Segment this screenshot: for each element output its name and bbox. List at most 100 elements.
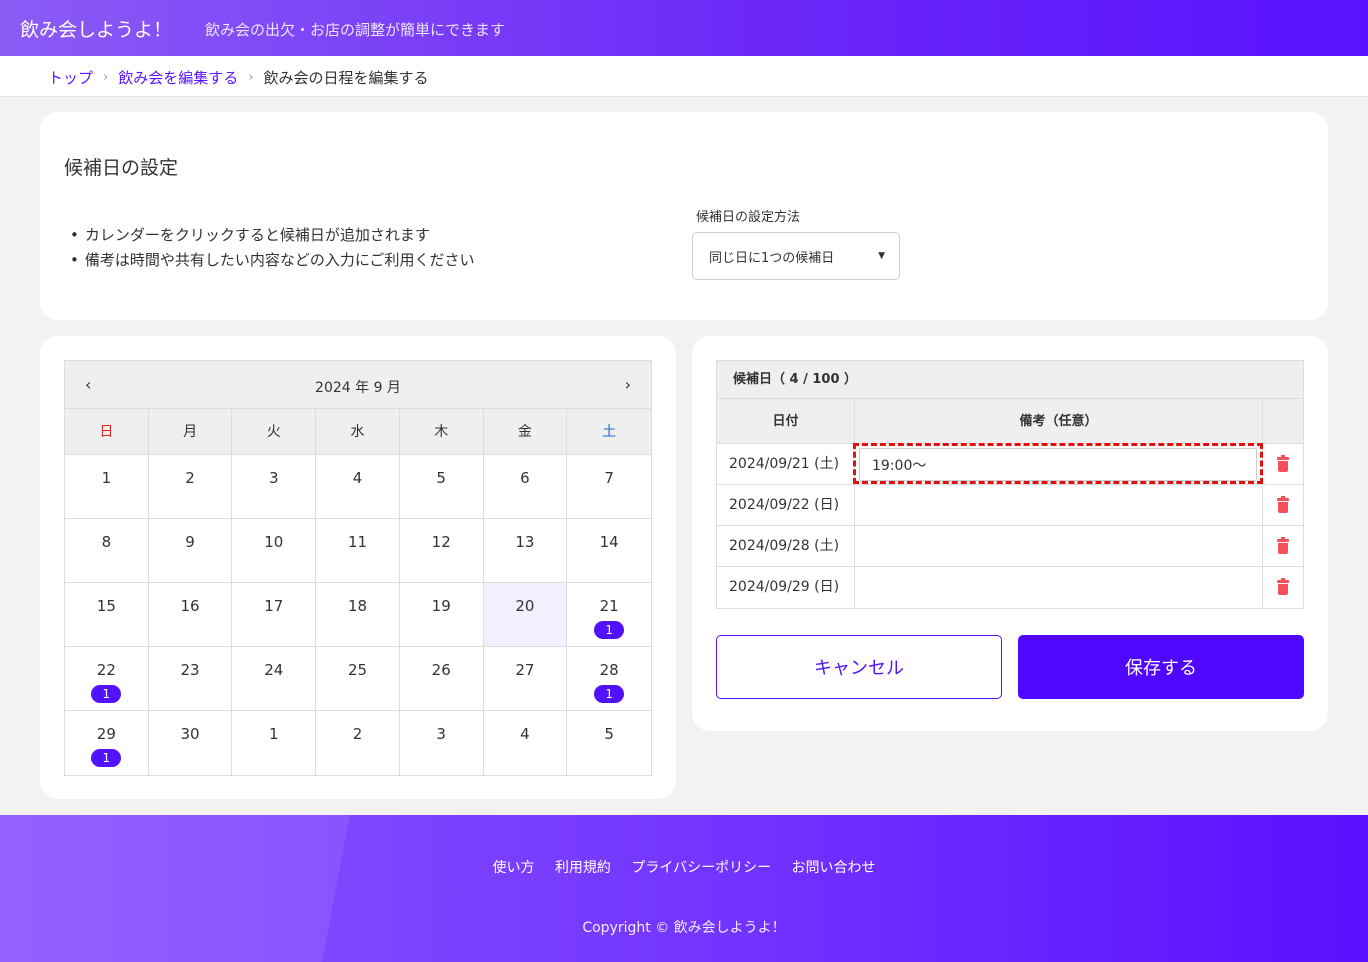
- candidate-date: 2024/09/21 (土): [717, 444, 855, 484]
- app-header: 飲み会しようよ！ 飲み会の出欠・お店の調整が簡単にできます: [0, 0, 1368, 56]
- weekday-thu: 木: [400, 409, 484, 455]
- method-select[interactable]: 同じ日に1つの候補日 ▼: [692, 232, 900, 280]
- calendar-day[interactable]: 16: [148, 583, 233, 647]
- breadcrumb-home-link[interactable]: トップ: [48, 67, 93, 88]
- calendar-day-number: 18: [347, 597, 368, 615]
- calendar-day[interactable]: 11: [316, 519, 400, 583]
- candidate-date: 2024/09/28 (土): [717, 526, 855, 566]
- candidate-date: 2024/09/22 (日): [717, 485, 855, 525]
- calendar-day[interactable]: 23: [148, 647, 233, 711]
- save-button[interactable]: 保存する: [1018, 635, 1304, 699]
- candidate-note-input[interactable]: [859, 448, 1257, 481]
- calendar-day[interactable]: 19: [399, 583, 484, 647]
- calendar-day-number: 3: [436, 725, 446, 743]
- candidate-count-badge: 1: [594, 685, 625, 703]
- calendar-day[interactable]: 18: [316, 583, 400, 647]
- candidate-count-badge: 1: [594, 621, 625, 639]
- col-action-header: [1263, 399, 1303, 443]
- breadcrumb-edit-party-link[interactable]: 飲み会を編集する: [118, 67, 238, 88]
- settings-card: 候補日の設定 カレンダーをクリックすると候補日が追加されます 備考は時間や共有し…: [40, 112, 1328, 320]
- calendar-day[interactable]: 15: [65, 583, 149, 647]
- app-title[interactable]: 飲み会しようよ！: [20, 15, 172, 42]
- calendar-weekdays: 日 月 火 水 木 金 土: [65, 409, 651, 455]
- calendar-day-number: 26: [431, 661, 451, 679]
- calendar-day[interactable]: 4: [484, 711, 568, 775]
- candidate-action-cell: [1263, 444, 1303, 484]
- calendar-day-number: 25: [347, 661, 368, 679]
- calendar-day[interactable]: 29 1: [65, 711, 149, 775]
- method-select-value: 同じ日に1つの候補日: [709, 250, 835, 266]
- calendar-day[interactable]: 17: [232, 583, 317, 647]
- table-row: 2024/09/21 (土): [717, 443, 1303, 485]
- col-note-header: 備考（任意）: [855, 399, 1263, 443]
- trash-icon[interactable]: [1277, 454, 1289, 472]
- calendar-day-number: 13: [515, 533, 535, 551]
- calendar-day-number: 12: [431, 533, 451, 551]
- calendar-day[interactable]: 10: [232, 519, 317, 583]
- method-label: 候補日の設定方法: [696, 210, 801, 225]
- calendar-day-number: 30: [180, 725, 200, 743]
- cancel-button[interactable]: キャンセル: [716, 635, 1002, 699]
- footer-link-howto[interactable]: 使い方: [492, 860, 534, 876]
- calendar-day[interactable]: 8: [65, 519, 149, 583]
- trash-icon[interactable]: [1277, 536, 1289, 554]
- footer-link-privacy[interactable]: プライバシーポリシー: [631, 860, 771, 876]
- calendar-day[interactable]: 6: [483, 455, 568, 519]
- calendar-day-number: 28: [599, 661, 619, 679]
- app-tagline: 飲み会の出欠・お店の調整が簡単にできます: [205, 21, 506, 39]
- trash-icon[interactable]: [1277, 578, 1289, 595]
- calendar-day[interactable]: 7: [567, 455, 651, 519]
- candidate-action-cell: [1263, 567, 1303, 608]
- footer-link-terms[interactable]: 利用規約: [555, 860, 611, 876]
- calendar-day[interactable]: 5: [399, 455, 484, 519]
- calendar-day[interactable]: 26: [399, 647, 484, 711]
- calendar-day[interactable]: 20: [483, 583, 568, 647]
- calendar-day-number: 11: [347, 533, 368, 551]
- calendar-day-number: 14: [599, 533, 619, 551]
- calendar-day[interactable]: 3: [400, 711, 484, 775]
- calendar-day-number: 21: [599, 597, 619, 615]
- calendar-day[interactable]: 2: [148, 455, 233, 519]
- next-month-icon[interactable]: ›: [625, 375, 631, 394]
- calendar-day-number: 29: [96, 725, 116, 743]
- calendar-day[interactable]: 14: [567, 519, 651, 583]
- table-row: 2024/09/29 (日): [717, 567, 1303, 608]
- candidates-title: 候補日（ 4 / 100 ）: [717, 361, 1303, 399]
- copyright: Copyright © 飲み会しようよ！: [582, 920, 786, 936]
- candidate-note-cell[interactable]: [855, 567, 1263, 608]
- candidate-note-cell: [853, 443, 1263, 484]
- candidate-count-badge: 1: [91, 749, 122, 767]
- calendar-day-number: 16: [180, 597, 200, 615]
- calendar-day[interactable]: 9: [148, 519, 233, 583]
- calendar-day[interactable]: 21 1: [567, 583, 651, 647]
- breadcrumb-current: 飲み会の日程を編集する: [263, 69, 429, 87]
- calendar-day[interactable]: 1: [232, 711, 317, 775]
- candidate-note-cell[interactable]: [855, 485, 1263, 525]
- footer-link-contact[interactable]: お問い合わせ: [792, 860, 876, 876]
- calendar-day[interactable]: 24: [232, 647, 317, 711]
- calendar-day[interactable]: 4: [316, 455, 400, 519]
- calendar-day[interactable]: 3: [232, 455, 317, 519]
- calendar-header: ‹ 2024 年 9 月 ›: [65, 361, 651, 409]
- calendar-day[interactable]: 5: [567, 711, 651, 775]
- weekday-sat: 土: [602, 424, 617, 440]
- calendar-day[interactable]: 13: [483, 519, 568, 583]
- calendar-day-number: 3: [269, 469, 279, 487]
- candidate-action-cell: [1263, 526, 1303, 566]
- calendar-day-number: 7: [604, 469, 614, 487]
- calendar-day[interactable]: 12: [399, 519, 484, 583]
- calendar-day[interactable]: 27: [483, 647, 568, 711]
- calendar-day-number: 1: [269, 725, 279, 743]
- calendar-day[interactable]: 28 1: [567, 647, 651, 711]
- calendar-day-number: 4: [520, 725, 530, 743]
- calendar-day[interactable]: 22 1: [65, 647, 149, 711]
- calendar-day[interactable]: 1: [65, 455, 149, 519]
- calendar-day[interactable]: 25: [316, 647, 400, 711]
- calendar-day-number: 22: [96, 661, 116, 679]
- calendar-day[interactable]: 30: [149, 711, 233, 775]
- candidate-note-cell[interactable]: [855, 526, 1263, 566]
- calendar-day[interactable]: 2: [316, 711, 400, 775]
- calendar-day-number: 8: [101, 533, 112, 551]
- weekday-wed: 水: [316, 409, 400, 455]
- trash-icon[interactable]: [1277, 495, 1289, 513]
